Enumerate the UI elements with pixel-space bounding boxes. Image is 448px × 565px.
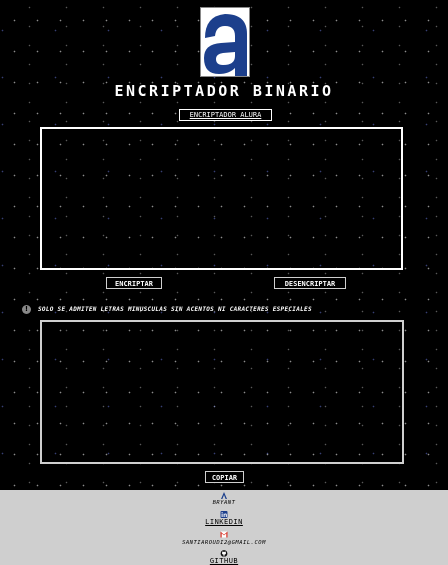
gmail-icon xyxy=(220,531,228,538)
github-link[interactable]: GITHUB xyxy=(0,557,448,565)
decrypt-button[interactable]: DESENCRIPTAR xyxy=(274,277,346,289)
output-textarea[interactable] xyxy=(40,320,404,464)
linkedin-link[interactable]: LINKEDIN xyxy=(0,518,448,526)
page-title: ENCRIPTADOR BINARIO xyxy=(114,82,334,100)
copy-button[interactable]: COPIAR xyxy=(205,471,244,483)
notice-text: SOLO SE ADMITEN LETRAS MINUSCULAS SIN AC… xyxy=(38,305,312,313)
github-icon xyxy=(220,550,228,557)
author-name: BRYANT xyxy=(212,500,236,506)
linkedin-icon xyxy=(220,511,228,518)
notice: ! SOLO SE ADMITEN LETRAS MINUSCULAS SIN … xyxy=(22,304,312,314)
info-icon: ! xyxy=(22,304,31,314)
input-textarea[interactable] xyxy=(40,127,403,270)
footer: BRYANT LINKEDIN SANTIAROUDI2@GMAIL.COM G… xyxy=(0,490,448,565)
alura-link[interactable]: ENCRIPTADOR ALURA xyxy=(179,109,272,121)
encrypt-button[interactable]: ENCRIPTAR xyxy=(106,277,162,289)
alura-logo-icon xyxy=(221,492,227,499)
email-link[interactable]: SANTIAROUDI2@GMAIL.COM xyxy=(0,540,448,546)
alura-logo xyxy=(200,7,250,77)
alura-logo-icon xyxy=(201,8,249,76)
